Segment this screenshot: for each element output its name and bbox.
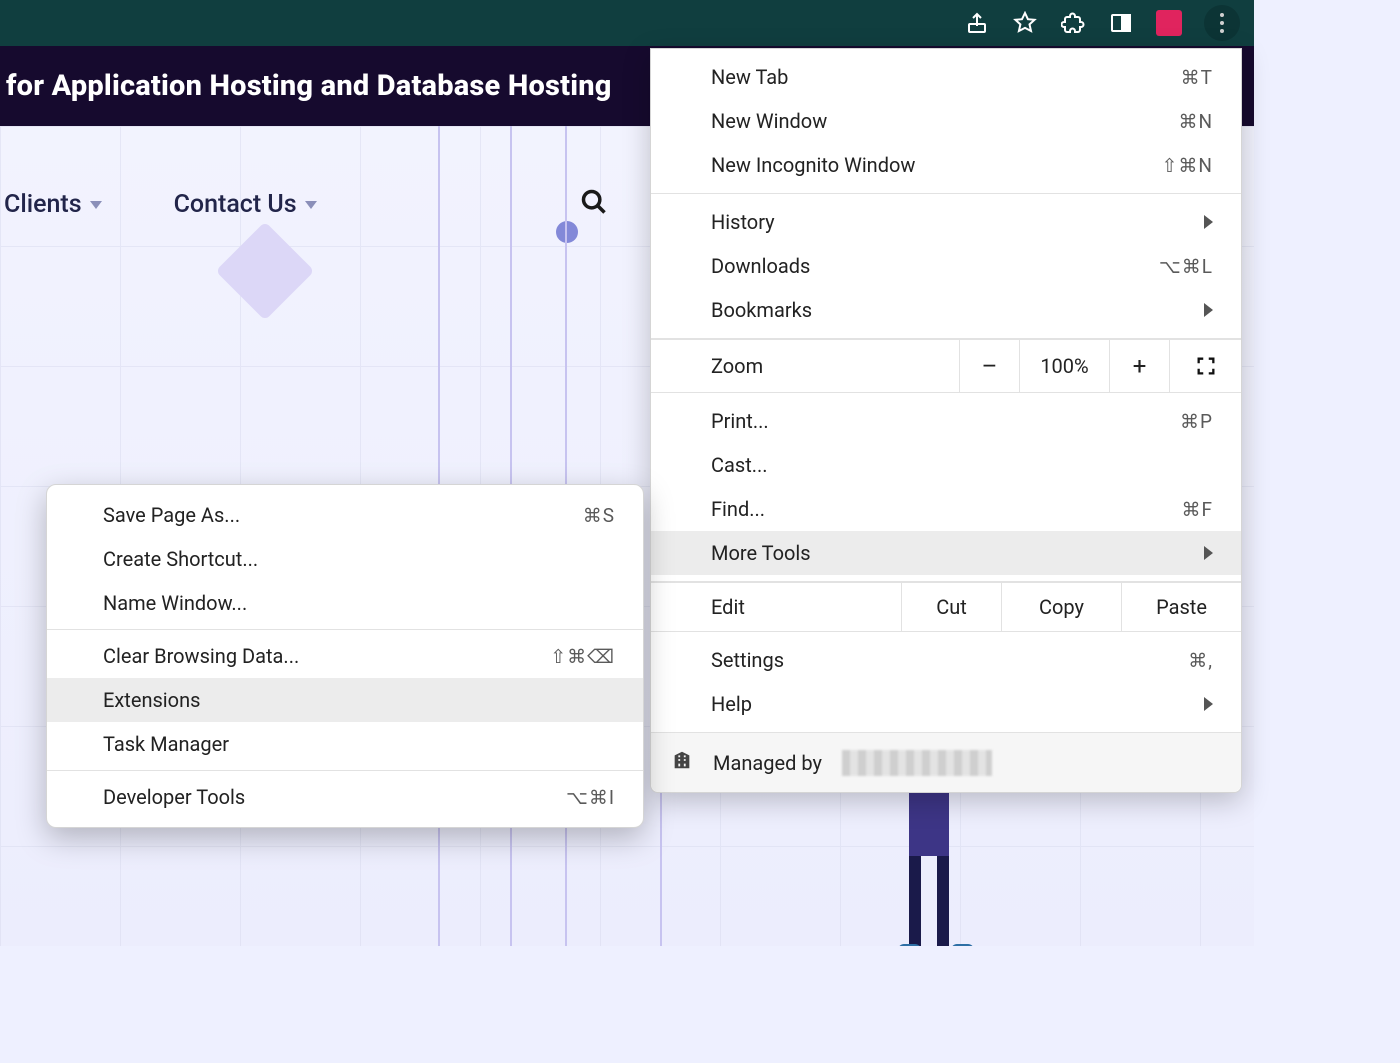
menu-divider	[47, 770, 643, 771]
menu-shortcut: ⇧⌘N	[1162, 154, 1213, 177]
menu-label: Name Window...	[103, 591, 247, 615]
menu-label: Downloads	[711, 254, 810, 278]
menu-shortcut: ⌥⌘I	[566, 786, 615, 809]
zoom-percent: 100%	[1019, 340, 1109, 392]
menu-downloads[interactable]: Downloads ⌥⌘L	[651, 244, 1241, 288]
submenu-create-shortcut[interactable]: Create Shortcut...	[47, 537, 643, 581]
menu-label: Extensions	[103, 688, 200, 712]
chevron-right-icon	[1204, 546, 1213, 560]
menu-label: Help	[711, 692, 752, 716]
menu-shortcut: ⌥⌘L	[1159, 255, 1213, 278]
menu-label: Cast...	[711, 453, 768, 477]
menu-label: Bookmarks	[711, 298, 812, 322]
menu-more-tools[interactable]: More Tools	[651, 531, 1241, 575]
menu-edit-row: Edit Cut Copy Paste	[651, 582, 1241, 632]
search-icon[interactable]	[580, 188, 608, 216]
chevron-right-icon	[1204, 215, 1213, 229]
submenu-name-window[interactable]: Name Window...	[47, 581, 643, 625]
menu-find[interactable]: Find... ⌘F	[651, 487, 1241, 531]
menu-new-tab[interactable]: New Tab ⌘T	[651, 55, 1241, 99]
chrome-menu-button[interactable]	[1204, 5, 1240, 41]
menu-shortcut: ⌘F	[1181, 498, 1213, 521]
managed-org-redacted	[842, 750, 992, 776]
menu-shortcut: ⇧⌘⌫	[550, 645, 615, 668]
profile-avatar[interactable]	[1156, 10, 1182, 36]
submenu-developer-tools[interactable]: Developer Tools ⌥⌘I	[47, 775, 643, 819]
menu-zoom-row: Zoom – 100% +	[651, 339, 1241, 393]
menu-label: More Tools	[711, 541, 811, 565]
page-title: for Application Hosting and Database Hos…	[6, 69, 612, 103]
nav-clients[interactable]: Clients	[4, 190, 102, 219]
edit-paste[interactable]: Paste	[1121, 583, 1241, 631]
edit-copy[interactable]: Copy	[1001, 583, 1121, 631]
zoom-label: Zoom	[651, 342, 959, 390]
submenu-save-page[interactable]: Save Page As... ⌘S	[47, 493, 643, 537]
bookmark-star-icon[interactable]	[1012, 10, 1038, 36]
menu-new-incognito[interactable]: New Incognito Window ⇧⌘N	[651, 143, 1241, 187]
chevron-right-icon	[1204, 303, 1213, 317]
menu-settings[interactable]: Settings ⌘,	[651, 638, 1241, 682]
menu-label: Clear Browsing Data...	[103, 644, 299, 668]
more-tools-submenu: Save Page As... ⌘S Create Shortcut... Na…	[46, 484, 644, 828]
menu-print[interactable]: Print... ⌘P	[651, 399, 1241, 443]
menu-label: New Window	[711, 109, 827, 133]
menu-shortcut: ⌘N	[1178, 110, 1213, 133]
edit-cut[interactable]: Cut	[901, 583, 1001, 631]
panel-icon[interactable]	[1108, 10, 1134, 36]
menu-label: Create Shortcut...	[103, 547, 258, 571]
zoom-out-button[interactable]: –	[959, 340, 1019, 392]
fullscreen-button[interactable]	[1169, 340, 1241, 392]
chevron-right-icon	[1204, 697, 1213, 711]
menu-label: History	[711, 210, 775, 234]
menu-managed-by[interactable]: Managed by	[651, 733, 1241, 792]
chrome-main-menu: New Tab ⌘T New Window ⌘N New Incognito W…	[650, 48, 1242, 793]
submenu-extensions[interactable]: Extensions	[47, 678, 643, 722]
menu-cast[interactable]: Cast...	[651, 443, 1241, 487]
menu-label: Find...	[711, 497, 765, 521]
menu-label: Settings	[711, 648, 784, 672]
menu-new-window[interactable]: New Window ⌘N	[651, 99, 1241, 143]
menu-help[interactable]: Help	[651, 682, 1241, 726]
extensions-puzzle-icon[interactable]	[1060, 10, 1086, 36]
menu-label: Developer Tools	[103, 785, 245, 809]
menu-label: Task Manager	[103, 732, 229, 756]
menu-label: Print...	[711, 409, 769, 433]
decor-circle	[556, 221, 578, 243]
nav-contact[interactable]: Contact Us	[174, 190, 317, 219]
menu-label: New Tab	[711, 65, 788, 89]
menu-label: New Incognito Window	[711, 153, 915, 177]
submenu-task-manager[interactable]: Task Manager	[47, 722, 643, 766]
edit-label: Edit	[651, 583, 901, 631]
nav-contact-label: Contact Us	[174, 190, 297, 219]
menu-shortcut: ⌘,	[1188, 649, 1213, 672]
chevron-down-icon	[90, 201, 102, 209]
menu-shortcut: ⌘T	[1181, 66, 1213, 89]
menu-label: Save Page As...	[103, 503, 240, 527]
menu-shortcut: ⌘P	[1180, 410, 1213, 433]
zoom-in-button[interactable]: +	[1109, 340, 1169, 392]
submenu-clear-browsing[interactable]: Clear Browsing Data... ⇧⌘⌫	[47, 634, 643, 678]
building-icon	[671, 749, 693, 776]
managed-label: Managed by	[713, 751, 822, 775]
nav-clients-label: Clients	[4, 190, 82, 219]
chevron-down-icon	[305, 201, 317, 209]
share-icon[interactable]	[964, 10, 990, 36]
menu-history[interactable]: History	[651, 200, 1241, 244]
menu-bookmarks[interactable]: Bookmarks	[651, 288, 1241, 332]
site-nav: Clients Contact Us	[4, 190, 317, 219]
menu-divider	[47, 629, 643, 630]
menu-shortcut: ⌘S	[583, 504, 615, 527]
browser-toolbar	[0, 0, 1254, 46]
